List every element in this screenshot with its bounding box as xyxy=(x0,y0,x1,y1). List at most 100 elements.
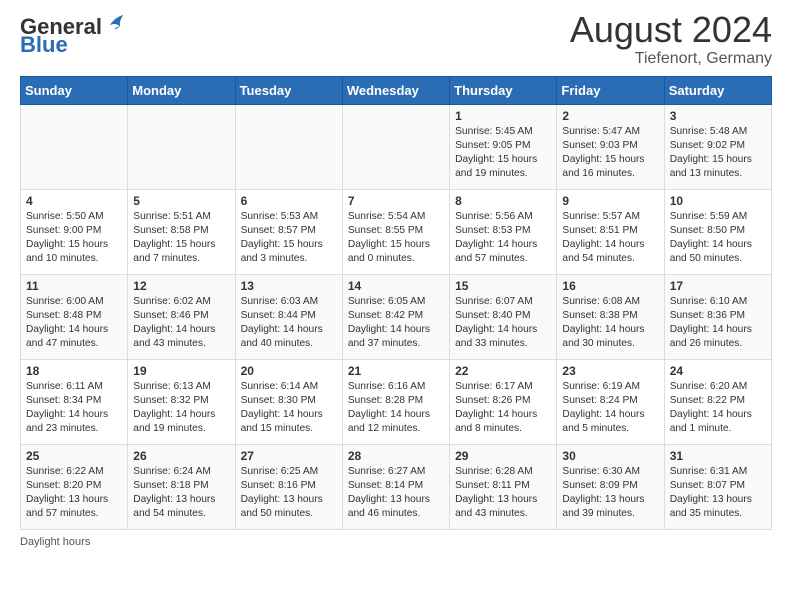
calendar-cell: 10 Sunrise: 5:59 AM Sunset: 8:50 PM Dayli… xyxy=(664,189,771,274)
day-number: 7 xyxy=(348,194,444,208)
week-row-2: 4Sunrise: 5:50 AM Sunset: 9:00 PM Daylig… xyxy=(21,189,772,274)
day-info: Sunrise: 6:24 AM Sunset: 8:18 PM Dayligh… xyxy=(133,465,229,522)
calendar-cell: 5 Sunrise: 5:51 AM Sunset: 8:58 PM Daylig… xyxy=(128,189,235,274)
day-number: 17 xyxy=(670,279,766,293)
logo: General Blue xyxy=(20,16,126,56)
calendar-cell: 6 Sunrise: 5:53 AM Sunset: 8:57 PM Daylig… xyxy=(235,189,342,274)
day-number: 18 xyxy=(26,364,122,378)
calendar-cell: 4Sunrise: 5:50 AM Sunset: 9:00 PM Daylig… xyxy=(21,189,128,274)
day-info: Sunrise: 5:57 AM Sunset: 8:51 PM Dayligh… xyxy=(562,210,658,267)
calendar-cell xyxy=(235,104,342,189)
day-info: Sunrise: 6:02 AM Sunset: 8:46 PM Dayligh… xyxy=(133,295,229,352)
day-number: 21 xyxy=(348,364,444,378)
calendar-header: SundayMondayTuesdayWednesdayThursdayFrid… xyxy=(21,76,772,104)
calendar-cell: 14Sunrise: 6:05 AM Sunset: 8:42 PM Dayli… xyxy=(342,274,449,359)
day-info: Sunrise: 6:13 AM Sunset: 8:32 PM Dayligh… xyxy=(133,380,229,437)
day-number: 5 xyxy=(133,194,229,208)
day-info: Sunrise: 5:59 AM Sunset: 8:50 PM Dayligh… xyxy=(670,210,766,267)
page-header: General Blue August 2024 Tiefenort, Germ… xyxy=(20,10,772,68)
calendar-cell: 22 Sunrise: 6:17 AM Sunset: 8:26 PM Dayli… xyxy=(450,359,557,444)
day-number: 13 xyxy=(241,279,337,293)
day-number: 11 xyxy=(26,279,122,293)
calendar-cell: 30Sunrise: 6:30 AM Sunset: 8:09 PM Dayli… xyxy=(557,444,664,529)
calendar-cell: 20Sunrise: 6:14 AM Sunset: 8:30 PM Dayli… xyxy=(235,359,342,444)
day-number: 10 xyxy=(670,194,766,208)
calendar-table: SundayMondayTuesdayWednesdayThursdayFrid… xyxy=(20,76,772,530)
day-number: 25 xyxy=(26,449,122,463)
calendar-cell: 28 Sunrise: 6:27 AM Sunset: 8:14 PM Dayli… xyxy=(342,444,449,529)
day-number: 23 xyxy=(562,364,658,378)
day-number: 24 xyxy=(670,364,766,378)
month-year-title: August 2024 xyxy=(570,10,772,50)
day-info: Sunrise: 5:48 AM Sunset: 9:02 PM Dayligh… xyxy=(670,125,766,182)
week-row-1: 1Sunrise: 5:45 AM Sunset: 9:05 PM Daylig… xyxy=(21,104,772,189)
day-number: 30 xyxy=(562,449,658,463)
calendar-cell: 19 Sunrise: 6:13 AM Sunset: 8:32 PM Dayli… xyxy=(128,359,235,444)
day-info: Sunrise: 6:11 AM Sunset: 8:34 PM Dayligh… xyxy=(26,380,122,437)
day-info: Sunrise: 6:17 AM Sunset: 8:26 PM Dayligh… xyxy=(455,380,551,437)
calendar-cell: 13 Sunrise: 6:03 AM Sunset: 8:44 PM Dayli… xyxy=(235,274,342,359)
day-info: Sunrise: 6:20 AM Sunset: 8:22 PM Dayligh… xyxy=(670,380,766,437)
calendar-cell: 18 Sunrise: 6:11 AM Sunset: 8:34 PM Dayli… xyxy=(21,359,128,444)
day-number: 16 xyxy=(562,279,658,293)
day-info: Sunrise: 6:22 AM Sunset: 8:20 PM Dayligh… xyxy=(26,465,122,522)
day-number: 28 xyxy=(348,449,444,463)
day-info: Sunrise: 6:00 AM Sunset: 8:48 PM Dayligh… xyxy=(26,295,122,352)
calendar-cell: 26 Sunrise: 6:24 AM Sunset: 8:18 PM Dayli… xyxy=(128,444,235,529)
day-number: 1 xyxy=(455,109,551,123)
header-day-saturday: Saturday xyxy=(664,76,771,104)
header-day-monday: Monday xyxy=(128,76,235,104)
logo-bird-icon xyxy=(104,12,126,34)
day-number: 19 xyxy=(133,364,229,378)
day-number: 15 xyxy=(455,279,551,293)
day-info: Sunrise: 5:53 AM Sunset: 8:57 PM Dayligh… xyxy=(241,210,337,267)
day-info: Sunrise: 6:28 AM Sunset: 8:11 PM Dayligh… xyxy=(455,465,551,522)
calendar-cell: 29 Sunrise: 6:28 AM Sunset: 8:11 PM Dayli… xyxy=(450,444,557,529)
calendar-cell: 23 Sunrise: 6:19 AM Sunset: 8:24 PM Dayli… xyxy=(557,359,664,444)
day-number: 22 xyxy=(455,364,551,378)
day-number: 26 xyxy=(133,449,229,463)
day-number: 29 xyxy=(455,449,551,463)
calendar-cell: 11 Sunrise: 6:00 AM Sunset: 8:48 PM Dayli… xyxy=(21,274,128,359)
day-info: Sunrise: 6:07 AM Sunset: 8:40 PM Dayligh… xyxy=(455,295,551,352)
calendar-cell: 1Sunrise: 5:45 AM Sunset: 9:05 PM Daylig… xyxy=(450,104,557,189)
day-number: 6 xyxy=(241,194,337,208)
day-info: Sunrise: 5:50 AM Sunset: 9:00 PM Dayligh… xyxy=(26,210,122,267)
day-number: 2 xyxy=(562,109,658,123)
title-block: August 2024 Tiefenort, Germany xyxy=(570,10,772,68)
header-day-thursday: Thursday xyxy=(450,76,557,104)
day-number: 27 xyxy=(241,449,337,463)
day-info: Sunrise: 6:05 AM Sunset: 8:42 PM Dayligh… xyxy=(348,295,444,352)
day-info: Sunrise: 6:31 AM Sunset: 8:07 PM Dayligh… xyxy=(670,465,766,522)
day-number: 20 xyxy=(241,364,337,378)
day-info: Sunrise: 6:03 AM Sunset: 8:44 PM Dayligh… xyxy=(241,295,337,352)
calendar-cell: 9Sunrise: 5:57 AM Sunset: 8:51 PM Daylig… xyxy=(557,189,664,274)
day-info: Sunrise: 6:25 AM Sunset: 8:16 PM Dayligh… xyxy=(241,465,337,522)
calendar-cell: 24 Sunrise: 6:20 AM Sunset: 8:22 PM Dayli… xyxy=(664,359,771,444)
calendar-cell: 3Sunrise: 5:48 AM Sunset: 9:02 PM Daylig… xyxy=(664,104,771,189)
calendar-cell: 25 Sunrise: 6:22 AM Sunset: 8:20 PM Dayli… xyxy=(21,444,128,529)
calendar-cell: 27 Sunrise: 6:25 AM Sunset: 8:16 PM Dayli… xyxy=(235,444,342,529)
calendar-cell: 17Sunrise: 6:10 AM Sunset: 8:36 PM Dayli… xyxy=(664,274,771,359)
calendar-cell xyxy=(21,104,128,189)
day-number: 12 xyxy=(133,279,229,293)
week-row-5: 25 Sunrise: 6:22 AM Sunset: 8:20 PM Dayli… xyxy=(21,444,772,529)
header-row: SundayMondayTuesdayWednesdayThursdayFrid… xyxy=(21,76,772,104)
day-info: Sunrise: 6:16 AM Sunset: 8:28 PM Dayligh… xyxy=(348,380,444,437)
day-info: Sunrise: 5:56 AM Sunset: 8:53 PM Dayligh… xyxy=(455,210,551,267)
day-info: Sunrise: 6:27 AM Sunset: 8:14 PM Dayligh… xyxy=(348,465,444,522)
calendar-cell: 21 Sunrise: 6:16 AM Sunset: 8:28 PM Dayli… xyxy=(342,359,449,444)
footer-note: Daylight hours xyxy=(20,536,772,548)
calendar-cell: 7Sunrise: 5:54 AM Sunset: 8:55 PM Daylig… xyxy=(342,189,449,274)
header-day-friday: Friday xyxy=(557,76,664,104)
calendar-cell xyxy=(128,104,235,189)
calendar-cell: 16Sunrise: 6:08 AM Sunset: 8:38 PM Dayli… xyxy=(557,274,664,359)
day-info: Sunrise: 6:19 AM Sunset: 8:24 PM Dayligh… xyxy=(562,380,658,437)
day-info: Sunrise: 5:47 AM Sunset: 9:03 PM Dayligh… xyxy=(562,125,658,182)
calendar-cell: 8 Sunrise: 5:56 AM Sunset: 8:53 PM Daylig… xyxy=(450,189,557,274)
day-number: 31 xyxy=(670,449,766,463)
calendar-cell: 15 Sunrise: 6:07 AM Sunset: 8:40 PM Dayli… xyxy=(450,274,557,359)
day-info: Sunrise: 5:51 AM Sunset: 8:58 PM Dayligh… xyxy=(133,210,229,267)
day-number: 8 xyxy=(455,194,551,208)
calendar-body: 1Sunrise: 5:45 AM Sunset: 9:05 PM Daylig… xyxy=(21,104,772,529)
